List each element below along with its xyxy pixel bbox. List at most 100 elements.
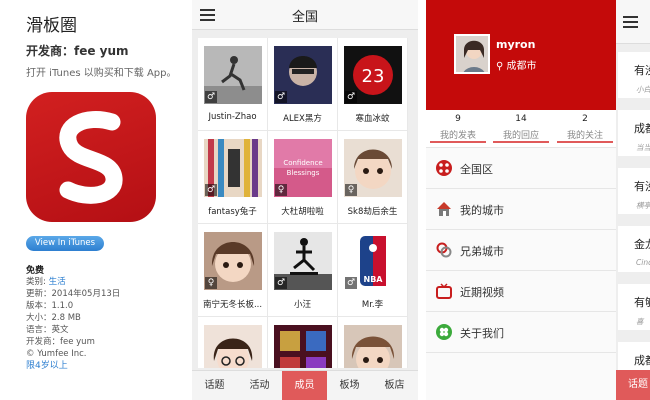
stat-underline bbox=[557, 141, 613, 143]
topic-row[interactable]: 有够喜 bbox=[618, 284, 650, 330]
member-card[interactable] bbox=[338, 317, 408, 368]
member-card[interactable]: ♂ fantasy兔子 bbox=[198, 131, 268, 224]
menu-item-label: 关于我们 bbox=[460, 327, 504, 340]
profile-menu-screen: myron ⚲ 成都市 9 我的发表 14 我的回应 2 我的关注 全国区我的城市兄弟城市… bbox=[426, 0, 616, 400]
location-pin-icon: ⚲ bbox=[496, 61, 504, 72]
member-photo: Confidence Blessings ♀ bbox=[274, 139, 332, 197]
member-photo: ♂ bbox=[274, 232, 332, 290]
profile-stats: 9 我的发表 14 我的回应 2 我的关注 bbox=[426, 110, 616, 148]
member-photo bbox=[344, 325, 402, 368]
topic-title: 有没 bbox=[634, 64, 650, 77]
category-label: 类别: bbox=[26, 277, 49, 287]
side-menu: 全国区我的城市兄弟城市近期视频关于我们 bbox=[426, 148, 616, 353]
topic-row[interactable]: 成都当当 bbox=[618, 110, 650, 156]
tab-3[interactable]: 板场 bbox=[327, 371, 372, 400]
stat-underline bbox=[430, 141, 486, 143]
svg-text:NBA: NBA bbox=[364, 275, 384, 284]
updated-line: 更新：2014年05月13日 bbox=[26, 289, 121, 299]
member-photo: 23 ♂ bbox=[344, 46, 402, 104]
topic-author: 小白 bbox=[636, 85, 650, 94]
bottom-tab-bar: 话题 活动 成员 板场 板店 bbox=[192, 370, 418, 400]
menu-item-label: 近期视频 bbox=[460, 286, 504, 299]
topic-author: 喜 bbox=[636, 317, 644, 326]
profile-stat[interactable]: 9 我的发表 bbox=[430, 114, 486, 143]
stat-label: 我的回应 bbox=[502, 131, 539, 141]
stat-label: 我的关注 bbox=[566, 131, 603, 141]
profile-city: ⚲ 成都市 bbox=[496, 57, 537, 72]
member-name: Justin-Zhao bbox=[208, 112, 257, 122]
gender-icon: ♂ bbox=[345, 91, 357, 103]
gender-icon: ♀ bbox=[345, 184, 357, 196]
topic-title: 有没 bbox=[634, 180, 650, 193]
house-icon bbox=[436, 201, 452, 217]
member-card[interactable]: ♀ Sk8劫后余生 bbox=[338, 131, 408, 224]
member-card[interactable]: ♂ ALEX黑方 bbox=[268, 38, 338, 131]
category-line: 类别: 生活 bbox=[26, 276, 192, 288]
topic-row[interactable]: 有没小白 bbox=[618, 52, 650, 98]
tab-4[interactable]: 板店 bbox=[372, 371, 417, 400]
itunes-note: 打开 iTunes 以购买和下载 App。 bbox=[26, 68, 177, 79]
menu-item-label: 我的城市 bbox=[460, 204, 504, 217]
profile-stat[interactable]: 2 我的关注 bbox=[557, 114, 613, 143]
gender-icon: ♂ bbox=[275, 91, 287, 103]
member-name: fantasy兔子 bbox=[208, 207, 257, 217]
avatar[interactable] bbox=[454, 34, 490, 74]
member-card[interactable]: Confidence Blessings ♀ 大杜胡啦啦 bbox=[268, 131, 338, 224]
member-name: ALEX黑方 bbox=[283, 114, 322, 124]
menu-item-label: 全国区 bbox=[460, 163, 493, 176]
topic-title: 有够 bbox=[634, 296, 650, 309]
profile-city-text: 成都市 bbox=[506, 61, 537, 72]
member-card[interactable]: ♀ 南宁无冬长板... bbox=[198, 224, 268, 317]
member-photo: ♂ bbox=[204, 46, 262, 104]
topic-row[interactable]: 金龙 Cinc bbox=[618, 226, 650, 272]
menu-item[interactable]: 关于我们 bbox=[426, 312, 616, 353]
member-photo: ♀ bbox=[344, 139, 402, 197]
size-line: 大小：2.8 MB bbox=[26, 313, 81, 323]
stat-count: 14 bbox=[515, 114, 527, 124]
topic-author: 横亭 bbox=[636, 201, 650, 210]
linked-circles-icon bbox=[436, 242, 452, 258]
member-grid: ♂ Justin-Zhao ♂ ALEX黑方 23 ♂ 寒血冰蚊 ♂ fantasy兔子 Conf… bbox=[198, 38, 408, 368]
app-store-panel: 滑板圈 开发商：fee yum 打开 iTunes 以购买和下载 App。 Vi… bbox=[0, 0, 192, 400]
member-card[interactable] bbox=[268, 317, 338, 368]
stat-count: 9 bbox=[455, 114, 461, 124]
topics-screen: 有没小白成都当当有没横亭金龙Cinc有够喜成都 话题 bbox=[616, 0, 650, 400]
tab-0[interactable]: 话题 bbox=[192, 371, 237, 400]
topic-author: 当当 bbox=[636, 143, 650, 152]
menu-item[interactable]: 我的城市 bbox=[426, 189, 616, 230]
clover-icon bbox=[436, 324, 452, 340]
member-card[interactable]: 23 ♂ 寒血冰蚊 bbox=[338, 38, 408, 131]
member-card[interactable]: ♂ 小汪 bbox=[268, 224, 338, 317]
stat-label: 我的发表 bbox=[439, 131, 476, 141]
member-name: 小汪 bbox=[293, 300, 311, 310]
profile-header: myron ⚲ 成都市 bbox=[426, 0, 616, 110]
gender-icon: ♂ bbox=[275, 277, 287, 289]
app-name: 滑板圈 bbox=[26, 16, 77, 36]
stat-count: 2 bbox=[582, 114, 588, 124]
topic-title: 成都 bbox=[634, 122, 650, 135]
gender-icon: ♀ bbox=[205, 277, 217, 289]
members-top-bar: 全国 bbox=[192, 0, 418, 30]
member-card[interactable] bbox=[198, 317, 268, 368]
topic-title: 金龙 bbox=[634, 238, 650, 251]
age-rating-link[interactable]: 限4岁以上 bbox=[26, 360, 192, 372]
category-link[interactable]: 生活 bbox=[49, 277, 66, 287]
member-card[interactable]: NBA ♂ Mr.李 bbox=[338, 224, 408, 317]
tab-1[interactable]: 活动 bbox=[237, 371, 282, 400]
view-in-itunes-button[interactable]: View In iTunes bbox=[26, 236, 104, 251]
region-title: 全国 bbox=[291, 10, 318, 25]
developer-line: 开发商：fee yum bbox=[26, 337, 95, 347]
profile-stat[interactable]: 14 我的回应 bbox=[493, 114, 549, 143]
menu-item[interactable]: 近期视频 bbox=[426, 271, 616, 312]
language-line: 语言：英文 bbox=[26, 325, 69, 335]
member-card[interactable]: ♂ Justin-Zhao bbox=[198, 38, 268, 131]
hamburger-menu-icon[interactable] bbox=[623, 16, 638, 28]
tab-2[interactable]: 成员 bbox=[282, 371, 327, 400]
tab-topics[interactable]: 话题 bbox=[616, 370, 650, 400]
topic-author: Cinc bbox=[636, 258, 650, 267]
topic-row[interactable]: 有没横亭 bbox=[618, 168, 650, 214]
menu-item[interactable]: 全国区 bbox=[426, 148, 616, 189]
member-photo bbox=[274, 325, 332, 368]
menu-item[interactable]: 兄弟城市 bbox=[426, 230, 616, 271]
member-photo bbox=[204, 325, 262, 368]
